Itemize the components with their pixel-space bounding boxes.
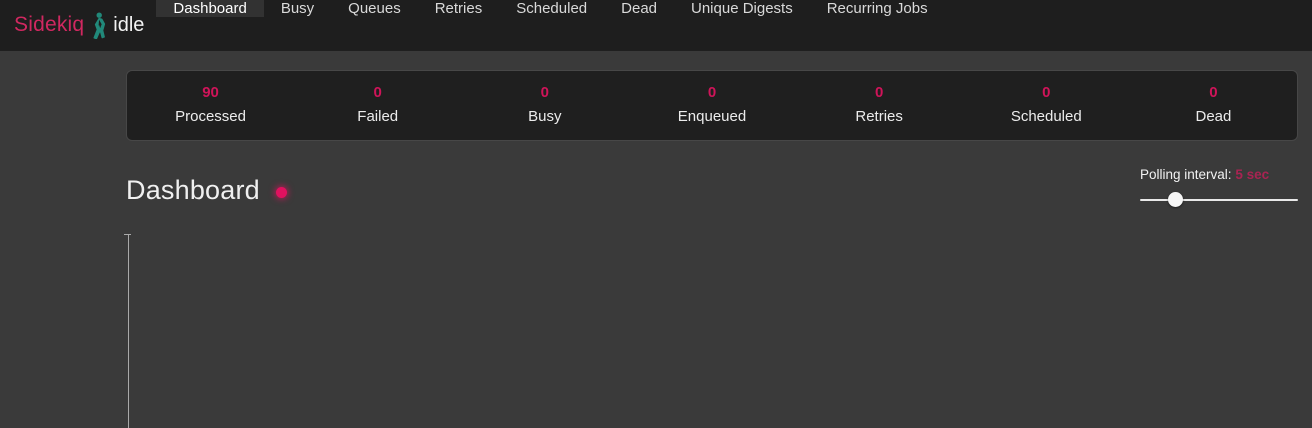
stat-processed-value: 90 xyxy=(127,84,294,101)
live-beacon-icon xyxy=(276,187,287,198)
stat-failed-value: 0 xyxy=(294,84,461,101)
nav-item-queues[interactable]: Queues xyxy=(331,0,418,17)
stat-busy-label: Busy xyxy=(461,108,628,125)
nav-item-unique-digests[interactable]: Unique Digests xyxy=(674,0,810,17)
slider-thumb[interactable] xyxy=(1168,192,1183,207)
page-header: Dashboard Polling interval: 5 sec xyxy=(126,175,1298,221)
stat-scheduled: 0 Scheduled xyxy=(963,84,1130,125)
polling-interval-slider[interactable] xyxy=(1140,192,1298,208)
polling-interval-label: Polling interval: 5 sec xyxy=(1140,167,1298,182)
stat-failed-label: Failed xyxy=(294,108,461,125)
stat-enqueued: 0 Enqueued xyxy=(628,84,795,125)
nav-item-dashboard[interactable]: Dashboard xyxy=(156,0,263,17)
polling-interval-control: Polling interval: 5 sec xyxy=(1140,167,1298,208)
stat-busy: 0 Busy xyxy=(461,84,628,125)
slider-track[interactable] xyxy=(1140,199,1298,201)
main-content: 90 Processed 0 Failed 0 Busy 0 Enqueued … xyxy=(126,70,1298,428)
nav-item-retries[interactable]: Retries xyxy=(418,0,500,17)
summary-stats-bar: 90 Processed 0 Failed 0 Busy 0 Enqueued … xyxy=(126,70,1298,141)
brand-name: Sidekiq xyxy=(14,13,84,37)
stat-failed: 0 Failed xyxy=(294,84,461,125)
nav-menu: Dashboard Busy Queues Retries Scheduled … xyxy=(156,0,944,50)
nav-item-busy[interactable]: Busy xyxy=(264,0,331,17)
nav-item-scheduled[interactable]: Scheduled xyxy=(499,0,604,17)
stat-enqueued-label: Enqueued xyxy=(628,108,795,125)
process-status: idle xyxy=(113,14,144,37)
stat-processed-label: Processed xyxy=(127,108,294,125)
sidekiq-logo-icon xyxy=(91,12,106,39)
stat-dead-label: Dead xyxy=(1130,108,1297,125)
stat-dead-value: 0 xyxy=(1130,84,1297,101)
stat-retries: 0 Retries xyxy=(796,84,963,125)
realtime-chart xyxy=(126,234,1298,428)
stat-scheduled-value: 0 xyxy=(963,84,1130,101)
stat-retries-label: Retries xyxy=(796,108,963,125)
sidekiq-brand-link[interactable]: Sidekiq idle xyxy=(0,0,156,50)
chart-y-axis xyxy=(128,234,129,428)
stat-dead: 0 Dead xyxy=(1130,84,1297,125)
stat-processed: 90 Processed xyxy=(127,84,294,125)
stat-scheduled-label: Scheduled xyxy=(963,108,1130,125)
nav-item-recurring-jobs[interactable]: Recurring Jobs xyxy=(810,0,945,17)
page-title: Dashboard xyxy=(126,175,260,206)
stat-enqueued-value: 0 xyxy=(628,84,795,101)
polling-interval-value: 5 sec xyxy=(1235,167,1269,182)
nav-item-dead[interactable]: Dead xyxy=(604,0,674,17)
chart-y-axis-tick xyxy=(124,234,131,235)
navbar: Sidekiq idle Dashboard Busy Queues Retri… xyxy=(0,0,1312,50)
stat-busy-value: 0 xyxy=(461,84,628,101)
stat-retries-value: 0 xyxy=(796,84,963,101)
